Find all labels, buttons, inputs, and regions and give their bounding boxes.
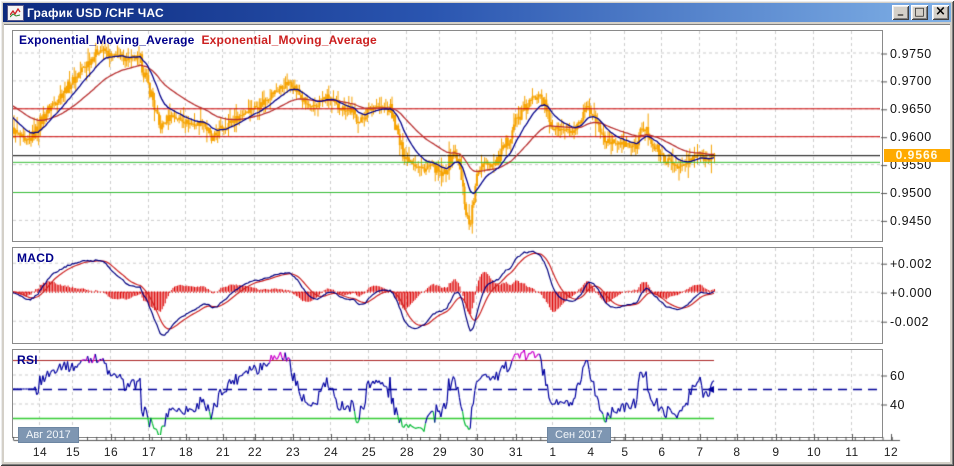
x-axis-label: 28 bbox=[399, 445, 415, 459]
x-axis-label: 17 bbox=[141, 445, 157, 459]
x-axis-label: 11 bbox=[845, 445, 859, 459]
x-axis-label: 14 bbox=[32, 445, 48, 459]
macd-tick-label: -0.002 bbox=[890, 314, 930, 329]
ema-slow-legend: Exponential_Moving_Average bbox=[201, 33, 377, 47]
x-axis-label: 10 bbox=[806, 445, 822, 459]
window-title: График USD /CHF ЧАС bbox=[27, 5, 164, 20]
close-icon: × bbox=[935, 4, 946, 19]
x-axis-label: 31 bbox=[508, 445, 524, 459]
x-axis-label: 23 bbox=[285, 445, 301, 459]
x-axis-label: 30 bbox=[469, 445, 485, 459]
close-button[interactable]: × bbox=[932, 4, 949, 20]
rsi-panel[interactable] bbox=[12, 349, 883, 438]
price-tick-label: 0.9700 bbox=[890, 74, 932, 89]
rsi-canvas[interactable] bbox=[13, 350, 880, 435]
x-axis-label: 5 bbox=[621, 445, 629, 459]
price-chart-canvas[interactable] bbox=[13, 31, 880, 239]
price-tick-label: 0.9500 bbox=[890, 186, 932, 200]
minimize-icon: _ bbox=[897, 3, 904, 16]
indicator-legend: Exponential_Moving_Average Exponential_Mo… bbox=[19, 33, 377, 47]
macd-tick-label: +0.002 bbox=[890, 256, 933, 271]
x-axis-label: 24 bbox=[323, 445, 339, 459]
x-axis-label: 22 bbox=[247, 445, 263, 459]
x-axis-label: 8 bbox=[733, 445, 741, 459]
x-axis-label: 4 bbox=[587, 445, 595, 459]
x-axis-label: 1 bbox=[549, 445, 557, 459]
rsi-label: RSI bbox=[17, 353, 38, 367]
price-tick-label: 0.9650 bbox=[890, 102, 932, 117]
x-axis-label: 18 bbox=[178, 445, 194, 459]
chart-window: График USD /CHF ЧАС _ □ × Exponential_Mo… bbox=[0, 0, 954, 466]
price-tick-label: 0.9450 bbox=[890, 213, 932, 228]
x-axis-label: 16 bbox=[103, 445, 119, 459]
maximize-button[interactable]: □ bbox=[911, 5, 928, 20]
x-axis-label: 21 bbox=[215, 445, 231, 459]
x-axis-label: 25 bbox=[361, 445, 377, 459]
chart-icon bbox=[7, 4, 24, 21]
price-tick-label: 0.9600 bbox=[890, 130, 932, 145]
x-axis-label: 12 bbox=[883, 445, 899, 459]
price-tick-label: 0.9750 bbox=[890, 46, 932, 61]
maximize-icon: □ bbox=[914, 5, 925, 18]
x-axis-label: 29 bbox=[432, 445, 448, 459]
macd-tick-label: +0.000 bbox=[890, 285, 933, 300]
minimize-button[interactable]: _ bbox=[892, 3, 909, 20]
x-axis-label: 9 bbox=[772, 445, 780, 459]
macd-label: MACD bbox=[17, 251, 55, 265]
rsi-tick-label: 60 bbox=[890, 368, 906, 383]
title-bar[interactable]: График USD /CHF ЧАС _ □ × bbox=[3, 3, 951, 22]
chart-client-area: Exponential_Moving_Average Exponential_Mo… bbox=[4, 24, 950, 462]
macd-canvas[interactable] bbox=[13, 248, 880, 341]
rsi-tick-label: 40 bbox=[890, 397, 906, 412]
x-axis-label: 15 bbox=[65, 445, 81, 459]
ema-fast-legend: Exponential_Moving_Average bbox=[19, 33, 195, 47]
macd-panel[interactable] bbox=[12, 247, 883, 344]
current-price-badge: 0.9566 bbox=[884, 149, 950, 163]
price-chart-panel[interactable] bbox=[12, 30, 883, 242]
x-axis-label: 7 bbox=[696, 445, 704, 459]
x-axis-label: 6 bbox=[658, 445, 666, 459]
